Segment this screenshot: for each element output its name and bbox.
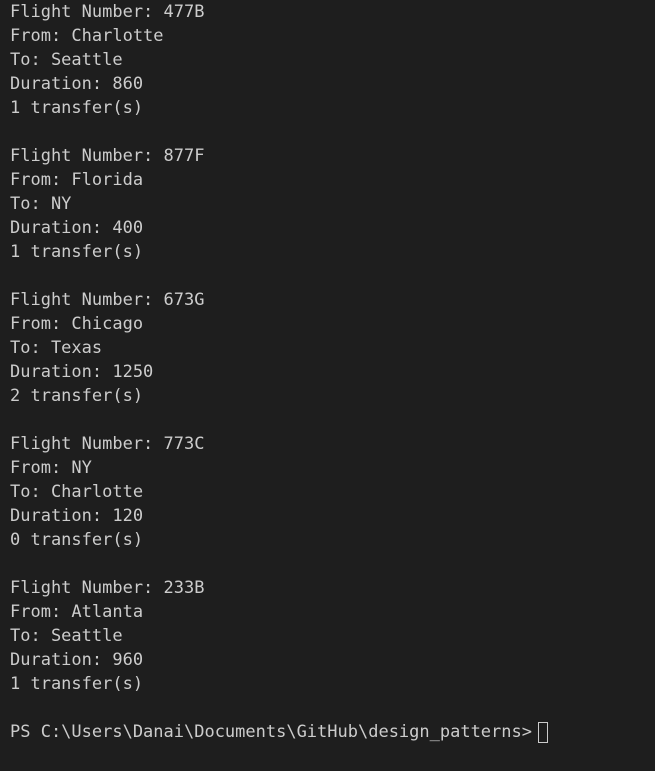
text-cursor xyxy=(537,721,548,743)
flight-transfers-line: 2 transfer(s) xyxy=(10,386,144,406)
flight-transfers-line: 1 transfer(s) xyxy=(10,674,144,694)
terminal-output: Flight Number: 477B From: Charlotte To: … xyxy=(10,0,655,744)
flight-from-line: From: Chicago xyxy=(10,314,144,334)
flight-to-line: To: Texas xyxy=(10,338,103,358)
flight-transfers-line: 1 transfer(s) xyxy=(10,242,144,262)
flight-entry: Flight Number: 233B From: Atlanta To: Se… xyxy=(10,576,655,696)
flight-number-line: Flight Number: 477B xyxy=(10,2,205,22)
terminal-panel[interactable]: Flight Number: 477B From: Charlotte To: … xyxy=(0,0,655,771)
flight-duration-line: Duration: 120 xyxy=(10,506,144,526)
flight-from-line: From: Charlotte xyxy=(10,26,164,46)
flight-entry: Flight Number: 773C From: NY To: Charlot… xyxy=(10,432,655,552)
flight-number-line: Flight Number: 773C xyxy=(10,434,205,454)
flight-number-line: Flight Number: 673G xyxy=(10,290,205,310)
flight-duration-line: Duration: 400 xyxy=(10,218,144,238)
flight-transfers-line: 1 transfer(s) xyxy=(10,98,144,118)
flight-to-line: To: NY xyxy=(10,194,72,214)
terminal-prompt-line[interactable]: PS C:\Users\Danai\Documents\GitHub\desig… xyxy=(10,720,655,744)
terminal-prompt: PS C:\Users\Danai\Documents\GitHub\desig… xyxy=(10,722,532,742)
flight-from-line: From: NY xyxy=(10,458,92,478)
flight-entry: Flight Number: 877F From: Florida To: NY… xyxy=(10,144,655,264)
flight-number-line: Flight Number: 233B xyxy=(10,578,205,598)
flight-duration-line: Duration: 960 xyxy=(10,650,144,670)
flight-entry: Flight Number: 477B From: Charlotte To: … xyxy=(10,0,655,120)
flight-from-line: From: Atlanta xyxy=(10,602,144,622)
flight-to-line: To: Seattle xyxy=(10,626,123,646)
flight-to-line: To: Seattle xyxy=(10,50,123,70)
flight-transfers-line: 0 transfer(s) xyxy=(10,530,144,550)
flight-entry: Flight Number: 673G From: Chicago To: Te… xyxy=(10,288,655,408)
flight-from-line: From: Florida xyxy=(10,170,144,190)
flight-number-line: Flight Number: 877F xyxy=(10,146,205,166)
flight-duration-line: Duration: 1250 xyxy=(10,362,154,382)
flight-duration-line: Duration: 860 xyxy=(10,74,144,94)
flight-to-line: To: Charlotte xyxy=(10,482,144,502)
